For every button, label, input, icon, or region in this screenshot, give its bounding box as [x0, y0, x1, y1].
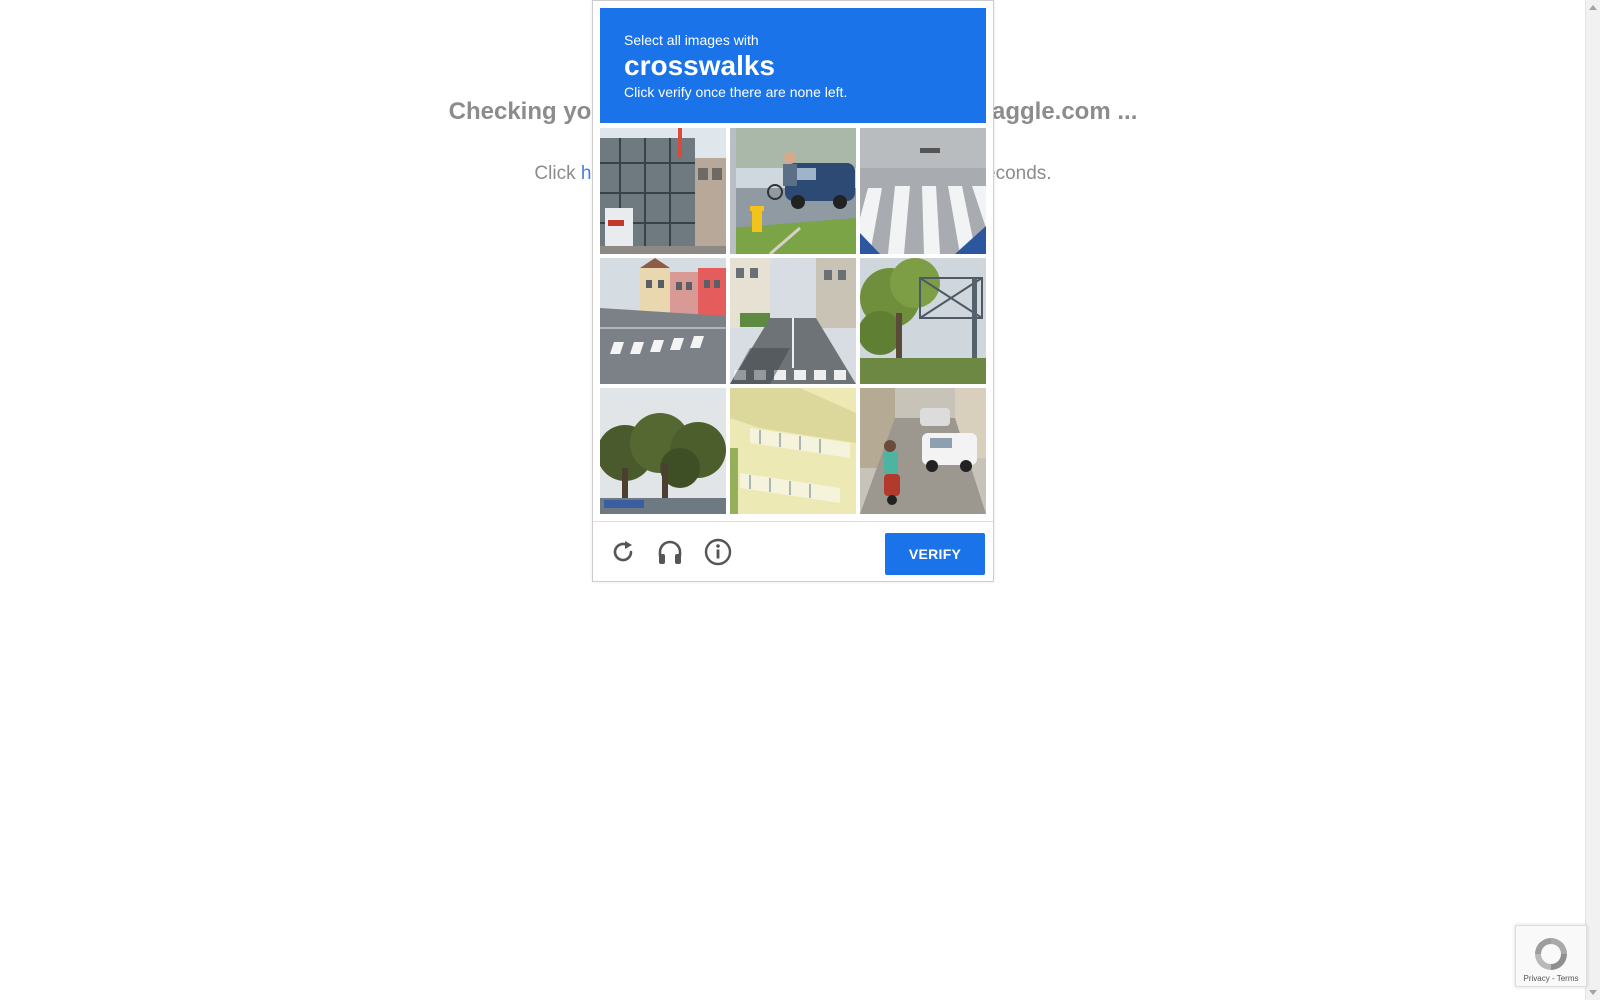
recaptcha-logo-icon [1531, 934, 1571, 974]
scroll-up-arrow[interactable] [1589, 5, 1597, 10]
privacy-link[interactable]: Privacy [1524, 974, 1550, 983]
captcha-tile-4[interactable] [600, 258, 726, 384]
subtext-start: Click [534, 163, 581, 184]
captcha-tile-1[interactable] [600, 128, 726, 254]
recaptcha-badge[interactable]: Privacy - Terms [1515, 925, 1587, 987]
headphones-icon[interactable] [655, 537, 685, 567]
captcha-tile-9[interactable] [860, 388, 986, 514]
page-heading-start: Checking you [448, 98, 606, 125]
verify-button[interactable]: VERIFY [885, 533, 985, 575]
captcha-tile-2[interactable] [730, 128, 856, 254]
scroll-down-arrow[interactable] [1589, 990, 1597, 995]
badge-links: Privacy - Terms [1516, 974, 1586, 983]
captcha-challenge-dialog: Select all images with crosswalks Click … [592, 0, 994, 582]
info-icon[interactable] [703, 537, 733, 567]
page-heading-end: aggle.com ... [991, 98, 1138, 125]
vertical-scrollbar[interactable] [1585, 0, 1600, 1000]
captcha-instruction: Select all images with [624, 32, 759, 48]
captcha-hint: Click verify once there are none left. [624, 84, 848, 100]
reload-icon[interactable] [608, 537, 638, 567]
captcha-tile-6[interactable] [860, 258, 986, 384]
captcha-footer: VERIFY [593, 521, 993, 581]
captcha-target: crosswalks [624, 50, 775, 81]
captcha-tile-8[interactable] [730, 388, 856, 514]
captcha-tile-5[interactable] [730, 258, 856, 384]
captcha-image-grid [600, 128, 986, 515]
captcha-tile-3[interactable] [860, 128, 986, 254]
captcha-header: Select all images with crosswalks Click … [600, 8, 986, 123]
subtext-end: econds. [985, 163, 1052, 184]
captcha-tile-7[interactable] [600, 388, 726, 514]
terms-link[interactable]: Terms [1557, 974, 1579, 983]
badge-separator: - [1549, 974, 1557, 983]
